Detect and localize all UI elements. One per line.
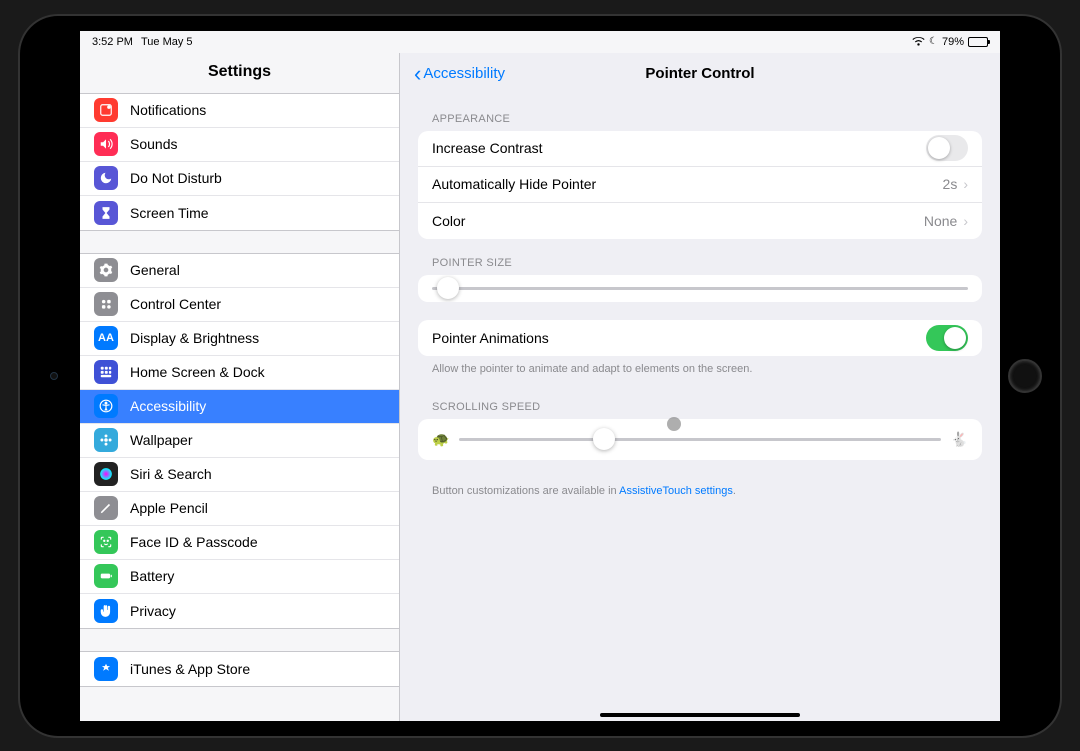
sidebar-item-itunes-app-store[interactable]: iTunes & App Store (80, 652, 399, 686)
back-button[interactable]: ‹ Accessibility (414, 63, 505, 85)
home-indicator[interactable] (600, 713, 800, 717)
back-label: Accessibility (423, 65, 505, 82)
pointer-size-slider[interactable] (418, 275, 982, 302)
chevron-left-icon: ‹ (414, 63, 421, 85)
chevron-right-icon: › (963, 176, 968, 192)
sidebar-item-face-id-passcode[interactable]: Face ID & Passcode (80, 526, 399, 560)
sidebar-item-label: Wallpaper (130, 432, 193, 448)
aa-icon: AA (94, 326, 118, 350)
sidebar-item-wallpaper[interactable]: Wallpaper (80, 424, 399, 458)
access-icon (94, 394, 118, 418)
hare-icon: 🐇 (951, 431, 968, 448)
dnd-icon (94, 166, 118, 190)
hourglass-icon (94, 201, 118, 225)
flower-icon (94, 428, 118, 452)
sidebar-item-label: Home Screen & Dock (130, 364, 265, 380)
sidebar-item-notifications[interactable]: Notifications (80, 94, 399, 128)
sidebar-item-label: Screen Time (130, 205, 209, 221)
gear-icon (94, 258, 118, 282)
animations-footer: Allow the pointer to animate and adapt t… (418, 356, 982, 383)
sidebar-item-screen-time[interactable]: Screen Time (80, 196, 399, 230)
hand-icon (94, 599, 118, 623)
status-date: Tue May 5 (141, 36, 193, 48)
sidebar-item-label: Apple Pencil (130, 500, 208, 516)
batt-icon (94, 564, 118, 588)
status-time: 3:52 PM (92, 36, 133, 48)
sidebar-item-sounds[interactable]: Sounds (80, 128, 399, 162)
sidebar-item-label: Siri & Search (130, 466, 212, 482)
sidebar-item-label: Accessibility (130, 398, 206, 414)
scrolling-speed-slider[interactable]: 🐢 🐇 (418, 419, 982, 460)
ipad-frame: 3:52 PM Tue May 5 ☾ 79% Settings Notific… (20, 16, 1060, 736)
sidebar-item-label: Privacy (130, 603, 176, 619)
home-button[interactable] (1008, 359, 1042, 393)
footer-note: Button customizations are available in A… (418, 478, 982, 505)
color-row[interactable]: Color None › (418, 203, 982, 239)
pencil-icon (94, 496, 118, 520)
siri-icon (94, 462, 118, 486)
battery-icon (968, 37, 988, 47)
assistivetouch-link[interactable]: AssistiveTouch settings (619, 485, 733, 497)
appstore-icon (94, 657, 118, 681)
pointer-animations-row[interactable]: Pointer Animations (418, 320, 982, 356)
increase-contrast-row[interactable]: Increase Contrast (418, 131, 982, 167)
pointer-animations-group: Pointer Animations (418, 320, 982, 356)
page-title: Pointer Control (645, 65, 754, 82)
auto-hide-row[interactable]: Automatically Hide Pointer 2s › (418, 167, 982, 203)
sidebar-item-home-screen-dock[interactable]: Home Screen & Dock (80, 356, 399, 390)
tortoise-icon: 🐢 (432, 431, 449, 448)
status-bar: 3:52 PM Tue May 5 ☾ 79% (80, 31, 1000, 53)
increase-contrast-toggle[interactable] (926, 135, 968, 161)
sidebar-item-label: General (130, 262, 180, 278)
scrolling-speed-group: 🐢 🐇 (418, 419, 982, 460)
nav-bar: ‹ Accessibility Pointer Control (400, 53, 1000, 95)
sidebar-item-label: Battery (130, 568, 174, 584)
screen: 3:52 PM Tue May 5 ☾ 79% Settings Notific… (80, 31, 1000, 721)
sidebar-item-label: Control Center (130, 296, 221, 312)
sidebar-item-label: Display & Brightness (130, 330, 259, 346)
notif-icon (94, 98, 118, 122)
dnd-moon-icon: ☾ (929, 36, 938, 47)
battery-percent: 79% (942, 36, 964, 48)
scrolling-speed-header: SCROLLING SPEED (418, 383, 982, 419)
sidebar-item-label: Do Not Disturb (130, 170, 222, 186)
sidebar-item-general[interactable]: General (80, 254, 399, 288)
sidebar-item-privacy[interactable]: Privacy (80, 594, 399, 628)
sidebar-item-label: Sounds (130, 136, 177, 152)
detail-pane: ‹ Accessibility Pointer Control APPEARAN… (400, 53, 1000, 721)
sidebar-item-apple-pencil[interactable]: Apple Pencil (80, 492, 399, 526)
appearance-header: APPEARANCE (418, 95, 982, 131)
sidebar-item-label: iTunes & App Store (130, 661, 250, 677)
cc-icon (94, 292, 118, 316)
appearance-group: Increase Contrast Automatically Hide Poi… (418, 131, 982, 239)
sidebar-item-accessibility[interactable]: Accessibility (80, 390, 399, 424)
wifi-icon (912, 37, 925, 47)
sidebar-item-display-brightness[interactable]: AA Display & Brightness (80, 322, 399, 356)
sidebar-item-label: Face ID & Passcode (130, 534, 258, 550)
face-icon (94, 530, 118, 554)
sidebar-item-control-center[interactable]: Control Center (80, 288, 399, 322)
sidebar-item-do-not-disturb[interactable]: Do Not Disturb (80, 162, 399, 196)
front-camera (50, 372, 58, 380)
sidebar-item-label: Notifications (130, 102, 206, 118)
sidebar-item-battery[interactable]: Battery (80, 560, 399, 594)
pointer-size-header: POINTER SIZE (418, 239, 982, 275)
settings-sidebar[interactable]: Settings Notifications Sounds Do Not Distu… (80, 53, 400, 721)
chevron-right-icon: › (963, 213, 968, 229)
sound-icon (94, 132, 118, 156)
pointer-size-group (418, 275, 982, 302)
sidebar-item-siri-search[interactable]: Siri & Search (80, 458, 399, 492)
sidebar-title: Settings (80, 53, 399, 93)
grid-icon (94, 360, 118, 384)
pointer-animations-toggle[interactable] (926, 325, 968, 351)
